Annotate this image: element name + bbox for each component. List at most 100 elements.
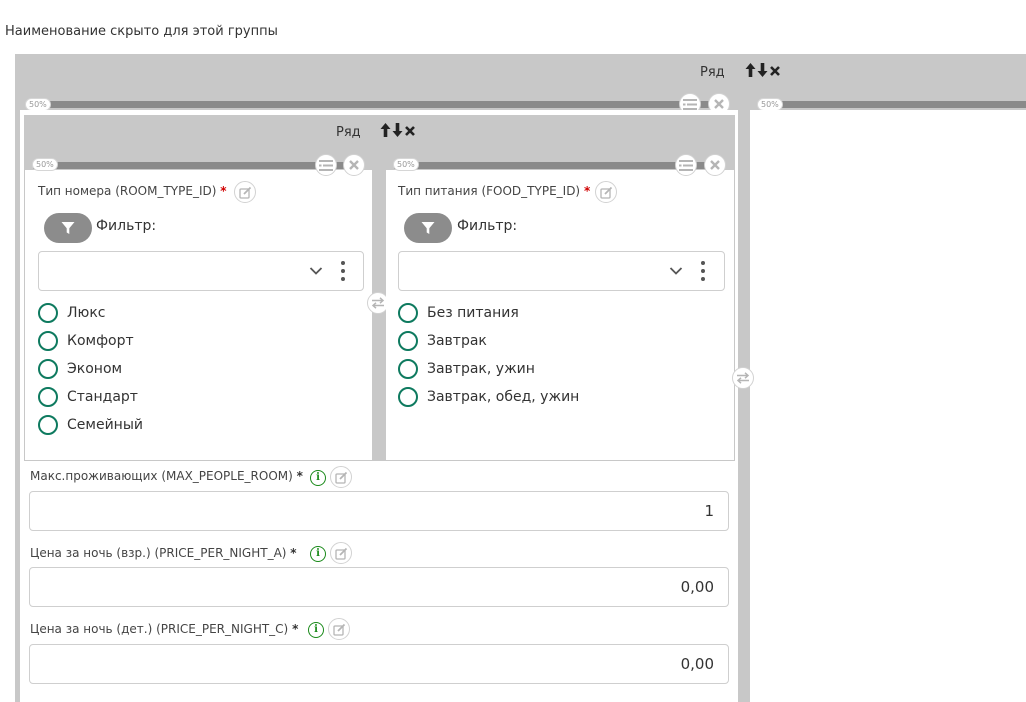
radio-option-label: Завтрак, обед, ужин [427,389,580,405]
max-people-edit-button[interactable] [330,466,352,488]
radio-option[interactable]: Эконом [38,359,143,379]
food-filter-label: Фильтр: [457,218,518,234]
info-icon[interactable]: i [308,622,324,638]
radio-option-label: Без питания [427,305,519,321]
radio-button[interactable] [398,331,418,351]
radio-option[interactable]: Завтрак, обед, ужин [398,387,579,407]
outer-row-controls [745,62,781,78]
max-people-label-text: Макс.проживающих (MAX_PEOPLE_ROOM) [30,469,293,483]
info-icon[interactable]: i [310,470,326,486]
radio-option-label: Завтрак, ужин [427,361,535,377]
radio-option-label: Стандарт [67,389,138,405]
move-down-icon[interactable] [392,122,403,138]
radio-button[interactable] [38,415,58,435]
chevron-down-icon[interactable] [309,266,323,276]
room-type-select[interactable] [38,251,364,291]
radio-button[interactable] [38,359,58,379]
radio-button[interactable] [38,387,58,407]
swap-horizontal-icon [736,372,750,384]
price-adult-edit-button[interactable] [330,542,352,564]
food-type-label: Тип питания (FOOD_TYPE_ID) * [398,184,590,198]
max-people-label: Макс.проживающих (MAX_PEOPLE_ROOM) * [30,469,303,483]
price-child-edit-button[interactable] [328,618,350,640]
close-icon [714,99,724,109]
list-settings-icon [683,98,697,110]
radio-option[interactable]: Без питания [398,303,579,323]
food-type-options: Без питания Завтрак Завтрак, ужин Завтра… [398,303,579,407]
room-column-width-bar[interactable] [33,162,355,169]
room-type-label-text: Тип номера (ROOM_TYPE_ID) [38,184,217,198]
food-column-delete-button[interactable] [704,154,726,176]
radio-option[interactable]: Стандарт [38,387,143,407]
edit-icon [599,186,612,199]
price-adult-label: Цена за ночь (взр.) (PRICE_PER_NIGHT_A) … [30,546,297,560]
edit-icon [334,471,347,484]
radio-option[interactable]: Семейный [38,415,143,435]
room-type-edit-button[interactable] [234,181,256,203]
list-settings-icon [319,159,333,171]
edit-icon [332,623,345,636]
radio-button[interactable] [398,303,418,323]
outer-row-label: Ряд [700,65,725,80]
radio-button[interactable] [38,303,58,323]
radio-button[interactable] [398,359,418,379]
radio-option[interactable]: Завтрак [398,331,579,351]
required-mark: * [290,546,297,560]
radio-option-label: Завтрак [427,333,487,349]
radio-option-label: Комфорт [67,333,134,349]
room-column-delete-button[interactable] [343,154,365,176]
delete-row-icon[interactable] [769,62,781,78]
radio-option-label: Семейный [67,417,143,433]
room-type-label: Тип номера (ROOM_TYPE_ID) * [38,184,227,198]
right-column-width-bar[interactable] [758,101,1026,108]
room-filter-label: Фильтр: [96,218,157,234]
filter-icon [421,222,435,234]
radio-button[interactable] [398,387,418,407]
filter-icon [61,222,75,234]
food-type-label-text: Тип питания (FOOD_TYPE_ID) [398,184,581,198]
food-type-select[interactable] [398,251,725,291]
left-column-width-bar[interactable] [26,101,718,108]
more-vertical-icon[interactable] [700,260,706,282]
food-column-settings-button[interactable] [675,154,697,176]
radio-option[interactable]: Комфорт [38,331,143,351]
required-mark: * [292,622,299,636]
close-icon [710,160,720,170]
required-mark: * [583,184,591,198]
outer-swap-columns-button[interactable] [732,367,754,389]
price-child-input[interactable]: 0,00 [29,644,729,684]
inner-row-label: Ряд [336,125,361,140]
room-filter-button[interactable] [44,213,92,243]
price-child-label-text: Цена за ночь (дет.) (PRICE_PER_NIGHT_C) [30,622,289,636]
price-adult-label-text: Цена за ночь (взр.) (PRICE_PER_NIGHT_A) [30,546,287,560]
close-icon [349,160,359,170]
edit-icon [334,547,347,560]
max-people-input[interactable]: 1 [29,491,729,531]
chevron-down-icon[interactable] [669,266,683,276]
swap-horizontal-icon [371,297,385,309]
radio-option[interactable]: Завтрак, ужин [398,359,579,379]
move-down-icon[interactable] [757,62,768,78]
radio-option[interactable]: Люкс [38,303,143,323]
price-child-label: Цена за ночь (дет.) (PRICE_PER_NIGHT_C) … [30,622,298,636]
food-column-width-badge: 50% [393,158,419,171]
radio-option-label: Эконом [67,361,123,377]
radio-button[interactable] [38,331,58,351]
move-up-icon[interactable] [745,62,756,78]
required-mark: * [296,469,303,483]
food-type-edit-button[interactable] [595,181,617,203]
delete-row-icon[interactable] [404,122,416,138]
move-up-icon[interactable] [380,122,391,138]
info-icon[interactable]: i [310,546,326,562]
food-filter-button[interactable] [404,213,452,243]
list-settings-icon [679,159,693,171]
more-vertical-icon[interactable] [340,260,346,282]
group-title: Наименование скрыто для этой группы [5,24,278,39]
required-mark: * [220,184,227,198]
room-column-width-badge: 50% [32,158,58,171]
room-column-settings-button[interactable] [315,154,337,176]
price-adult-input[interactable]: 0,00 [29,567,729,607]
room-type-options: Люкс Комфорт Эконом Стандарт Семейный [38,303,143,435]
food-column-width-bar[interactable] [394,162,716,169]
right-column [750,110,1026,702]
